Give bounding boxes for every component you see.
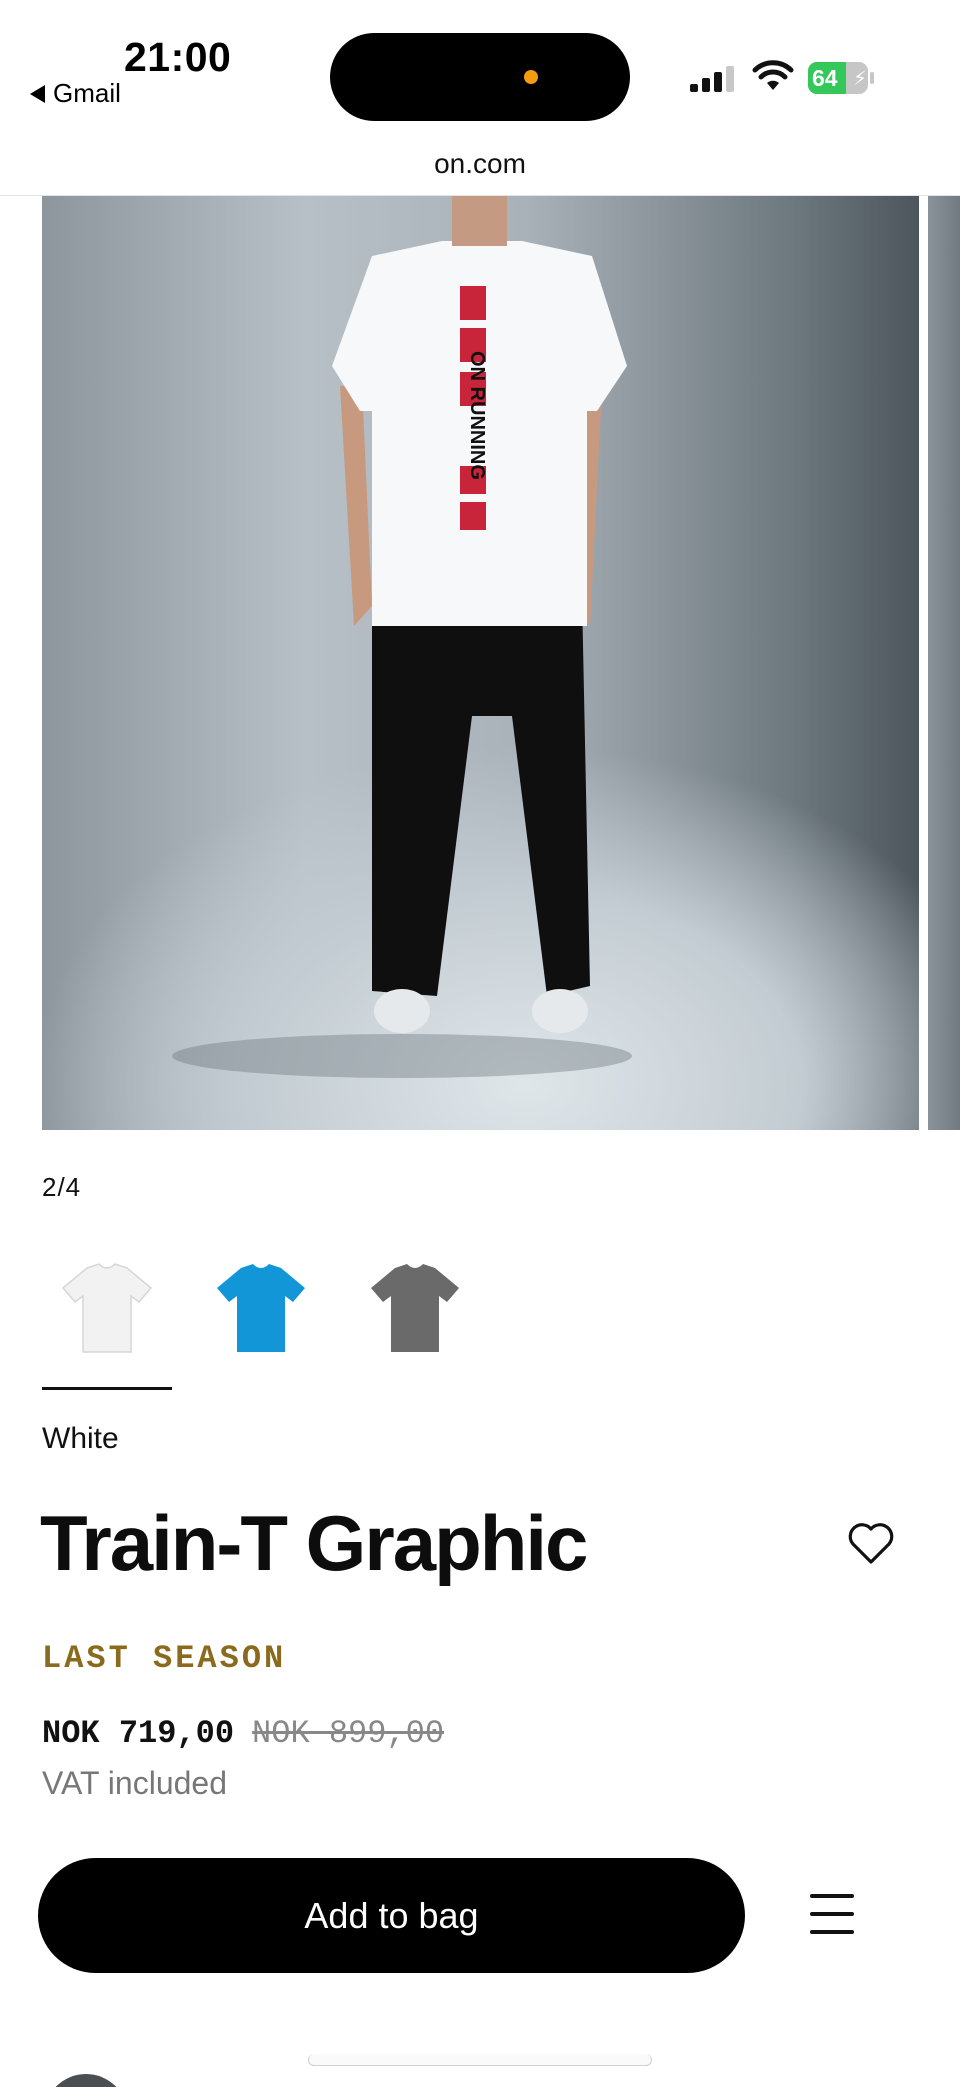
url-text: on.com [434,148,526,179]
status-time: 21:00 [124,34,232,80]
back-triangle-icon [30,84,45,103]
dynamic-island [330,33,630,121]
tshirt-blue-icon [217,1264,305,1352]
cut-off-content [42,1992,152,2012]
heart-icon[interactable] [846,1518,896,1568]
swatch-white[interactable] [42,1248,172,1390]
swatch-blue[interactable] [196,1248,326,1388]
product-photo[interactable]: ON RUNNING [42,196,919,1130]
back-to-app-link[interactable]: Gmail [30,78,121,109]
original-price: NOK 899,00 [252,1715,445,1752]
battery-percent: 64 [812,65,838,91]
price-row: NOK 719,00 NOK 899,00 [42,1715,444,1752]
tshirt-grey-icon [371,1264,459,1352]
hamburger-menu-icon[interactable] [810,1894,856,1936]
product-title: Train-T Graphic [40,1499,588,1587]
status-bar: 21:00 Gmail 64 ⚡ [0,0,960,150]
current-price: NOK 719,00 [42,1715,235,1752]
shirt-print-text: ON RUNNING [466,351,488,480]
avatar [44,2074,128,2087]
cellular-signal-icon [690,66,734,92]
swatch-grey[interactable] [350,1248,480,1388]
add-to-bag-button[interactable]: Add to bag [38,1858,745,1973]
color-swatches [42,1248,480,1390]
model-wearing-shirt-image: ON RUNNING [172,196,632,1078]
tshirt-white-icon [61,1263,153,1353]
wifi-icon [752,60,794,90]
selected-color-name: White [42,1422,119,1455]
address-bar[interactable]: on.com [0,140,960,196]
next-photo-peek[interactable] [928,196,960,1130]
charging-bolt-icon: ⚡ [853,68,868,90]
last-season-badge: LAST SEASON [42,1640,287,1677]
home-indicator[interactable] [308,2054,652,2066]
product-gallery[interactable]: ON RUNNING [0,196,960,1130]
back-app-label: Gmail [53,78,121,108]
battery-icon: 64 ⚡ [808,62,874,94]
vat-note: VAT included [42,1765,227,1801]
gallery-counter: 2/4 [42,1172,82,1202]
cta-row: Add to bag [38,1858,928,1973]
recording-indicator-dot [524,70,538,84]
